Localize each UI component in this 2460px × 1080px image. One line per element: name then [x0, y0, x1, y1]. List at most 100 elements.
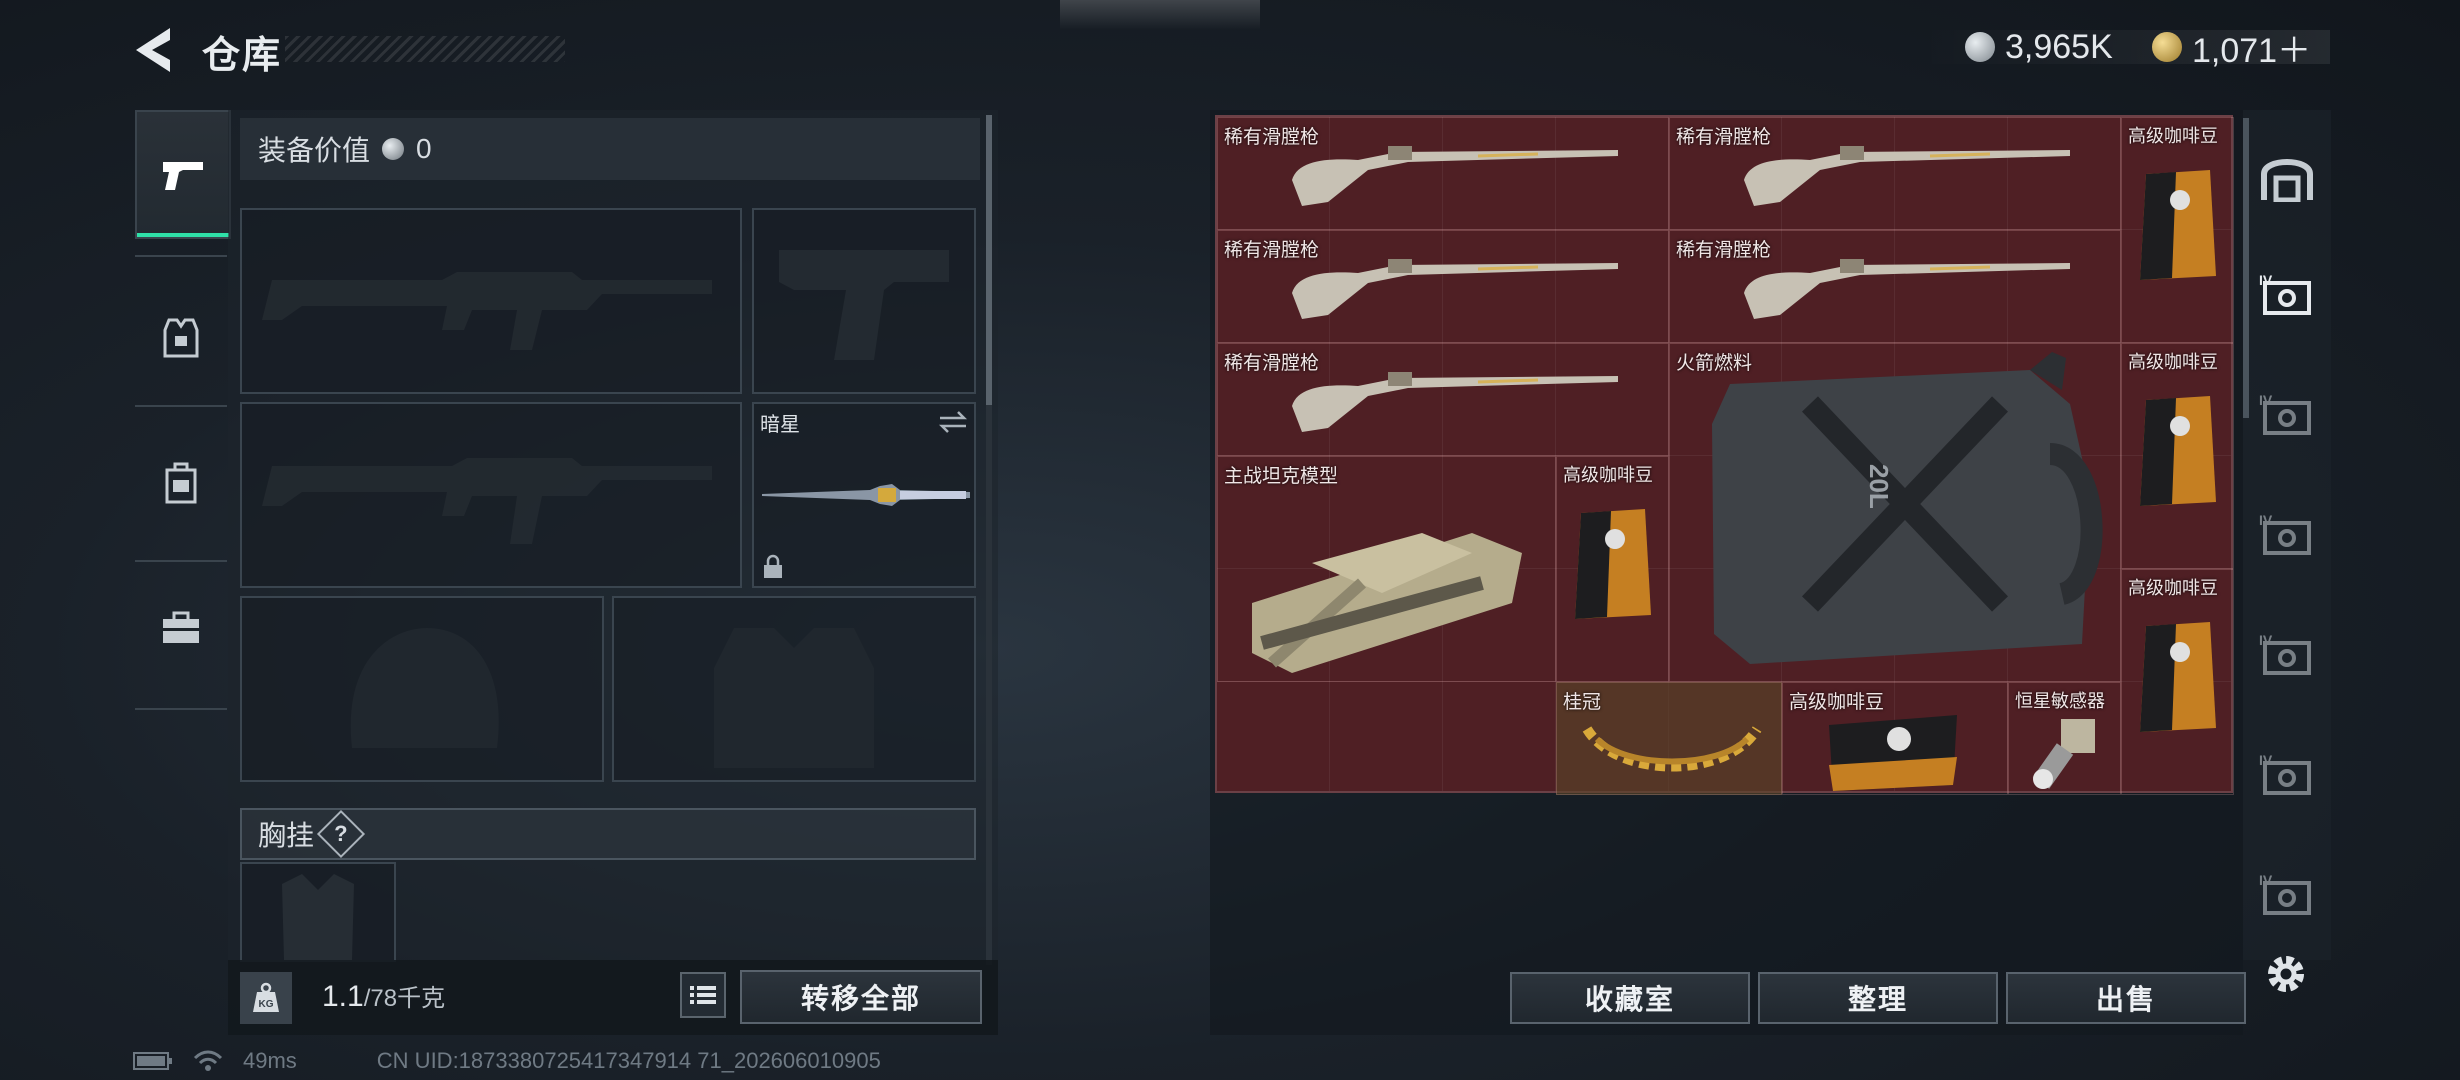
storage-item[interactable]: 高级咖啡豆 [2121, 343, 2234, 569]
storage-item[interactable]: 稀有滑膛枪 [1217, 343, 1669, 456]
jerrycan-capacity: 20L [1864, 464, 1894, 509]
item-label: 主战坦克模型 [1224, 466, 1339, 487]
gold-currency-value: 1,071＋ [2192, 31, 2312, 70]
equipment-value: 0 [416, 133, 432, 164]
transfer-all-button[interactable]: 转移全部 [740, 970, 982, 1024]
svg-text:IV: IV [2259, 272, 2273, 288]
laurel-crown-icon [1582, 726, 1762, 772]
sell-button[interactable]: 出售 [2006, 972, 2246, 1024]
storage-item[interactable]: 高级咖啡豆 [2121, 569, 2234, 795]
body-armor-slot[interactable] [612, 596, 976, 782]
list-view-button[interactable] [680, 972, 726, 1018]
storage-tab-4[interactable]: IV [2255, 622, 2319, 686]
storage-tab-3[interactable]: IV [2255, 502, 2319, 566]
musket-icon [1292, 372, 1618, 432]
tab-divider [135, 405, 227, 407]
settings-gear-icon[interactable] [2262, 950, 2310, 998]
silver-currency[interactable]: 3,965K [1965, 22, 2113, 72]
lock-icon [764, 554, 782, 578]
storage-iv-icon: IV [2259, 632, 2311, 675]
item-label: 高级咖啡豆 [2128, 578, 2218, 598]
ping-text: 49ms [243, 1048, 297, 1073]
star-sensor-icon [2032, 719, 2095, 789]
storage-tab-5[interactable]: IV [2255, 742, 2319, 806]
jerrycan-icon: 20L [1712, 352, 2103, 664]
pistol-silhouette-icon [779, 250, 949, 360]
item-label: 高级咖啡豆 [2128, 126, 2218, 146]
help-icon[interactable]: ? [316, 809, 366, 859]
chest-rig-silhouette-icon [282, 874, 354, 960]
svg-text:IV: IV [2259, 872, 2273, 888]
item-label: 恒星敏感器 [2015, 691, 2105, 711]
tab-divider [135, 255, 227, 257]
musket-icon [1744, 259, 2070, 319]
rifle-silhouette-icon [262, 458, 712, 544]
svg-text:KG: KG [259, 999, 274, 1010]
storage-item[interactable]: 高级咖啡豆 [1556, 456, 1669, 682]
back-arrow-icon[interactable] [130, 24, 178, 76]
tab-case[interactable] [135, 565, 227, 690]
storage-tab-1[interactable]: IV [2255, 262, 2319, 326]
page-title: 仓库 [202, 35, 283, 77]
tab-weapons[interactable] [135, 110, 231, 239]
storage-item[interactable]: 高级咖啡豆 [1782, 682, 2008, 795]
helmet-slot[interactable] [240, 596, 604, 782]
tab-backpack[interactable] [135, 420, 227, 545]
storage-item[interactable]: 稀有滑膛枪 [1217, 230, 1669, 343]
organize-button[interactable]: 整理 [1758, 972, 1998, 1024]
item-label: 高级咖啡豆 [2128, 352, 2218, 372]
storage-item[interactable]: 恒星敏感器 [2008, 682, 2121, 795]
uid-text: CN UID:1873380725417347914 71_2026060109… [376, 1048, 881, 1073]
collection-room-button[interactable]: 收藏室 [1510, 972, 1750, 1024]
storage-item[interactable]: 稀有滑膛枪 [1669, 117, 2121, 230]
silver-coin-icon [1965, 32, 1995, 62]
gold-currency[interactable]: 1,071＋ [2152, 22, 2311, 72]
melee-weapon-name: 暗星 [760, 414, 800, 436]
storage-item[interactable]: 火箭燃料 20L [1669, 343, 2121, 682]
storage-iv-icon: IV [2259, 872, 2311, 915]
carry-weight-max: /78千克 [363, 985, 446, 1012]
secondary-weapon-slot[interactable] [752, 208, 976, 394]
coffee-bag-icon [1575, 509, 1651, 619]
tab-divider [135, 708, 227, 710]
tab-divider [135, 560, 227, 562]
chest-rig-label: 胸挂 [258, 820, 315, 851]
carry-weight: 1.1/78千克 [322, 980, 446, 1013]
musket-icon [1292, 146, 1618, 206]
storage-tab-6[interactable]: IV [2255, 862, 2319, 926]
helmet-silhouette-icon [350, 628, 499, 748]
battery-icon [133, 1052, 172, 1070]
coffee-bag-icon [1829, 715, 1957, 791]
primary-weapon-slot-2[interactable] [240, 402, 742, 588]
safehouse-icon [2261, 159, 2313, 202]
storage-item[interactable]: 高级咖啡豆 [2121, 117, 2234, 343]
title-strip [285, 36, 565, 62]
melee-weapon-slot[interactable]: 暗星 [752, 402, 976, 588]
coffee-bag-icon [2140, 170, 2216, 280]
loadout-scroll-thumb[interactable] [986, 115, 992, 405]
list-icon [690, 986, 716, 1004]
equipment-value-label: 装备价值 [258, 135, 371, 166]
wifi-icon [193, 1050, 223, 1071]
swap-icon[interactable] [938, 410, 968, 434]
storage-item[interactable]: 桂冠 [1556, 682, 1782, 795]
primary-weapon-slot-1[interactable] [240, 208, 742, 394]
weight-icon: KG [240, 972, 292, 1024]
storage-iv-icon: IV [2259, 512, 2311, 555]
chest-rig-slot[interactable] [240, 862, 396, 962]
storage-item[interactable]: 稀有滑膛枪 [1669, 230, 2121, 343]
storage-item[interactable]: 主战坦克模型 [1217, 456, 1556, 682]
safehouse-tab[interactable] [2255, 145, 2319, 209]
armor-vest-icon [163, 318, 199, 357]
backpack-icon [165, 462, 197, 503]
silver-coin-icon [382, 138, 405, 160]
storage-item[interactable]: 稀有滑膛枪 [1217, 117, 1669, 230]
storage-tab-2[interactable]: IV [2255, 382, 2319, 446]
gold-coin-icon [2152, 32, 2182, 62]
musket-icon [1744, 146, 2070, 206]
ceiling-light [1060, 0, 1260, 30]
tank-model-icon [1252, 533, 1522, 673]
tab-armor[interactable] [135, 275, 227, 400]
vest-silhouette-icon [714, 628, 874, 768]
rail-active-indicator [2243, 118, 2249, 418]
